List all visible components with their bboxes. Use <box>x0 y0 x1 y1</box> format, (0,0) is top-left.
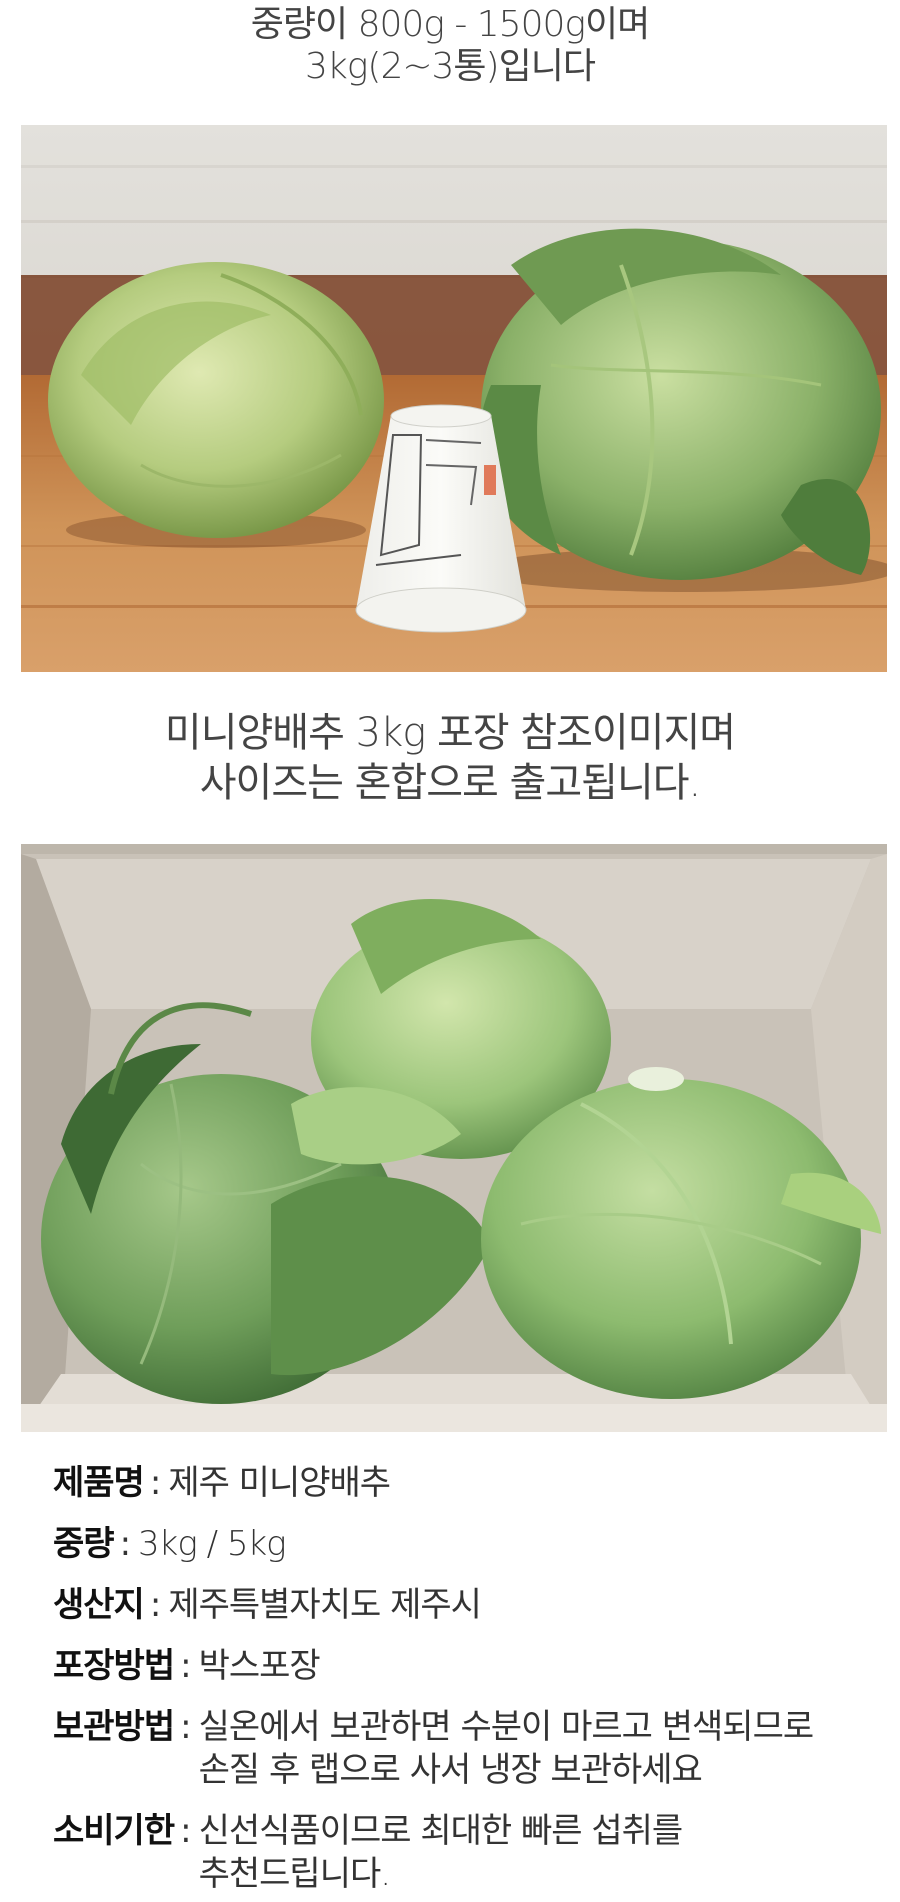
middle-caption: 미니양배추 3kg 포장 참조이미지며 사이즈는 혼합으로 출고됩니다. <box>0 708 900 808</box>
top-caption: 중량이 800g - 1500g이며 3kg(2~3통)입니다 <box>0 4 900 88</box>
cabbages-in-box-photo <box>21 844 887 1432</box>
spec-label: 제품명 <box>53 1463 145 1503</box>
spec-value: 박스포장 <box>198 1646 321 1686</box>
product-specs: 제품명 : 제주 미니양배추 중량 : 3kg / 5kg 생산지 : 제주특별… <box>53 1462 893 1896</box>
spec-origin: 생산지 : 제주특별자치도 제주시 <box>53 1585 482 1625</box>
spec-storage: 보관방법 : 실온에서 보관하면 수분이 마르고 변색되므로 손질 후 랩으로 … <box>53 1707 815 1790</box>
spec-label: 생산지 <box>53 1585 145 1625</box>
spec-value: 손질 후 랩으로 사서 냉장 보관하세요 <box>198 1750 703 1790</box>
spec-value: 제주특별자치도 제주시 <box>168 1585 482 1625</box>
spec-label: 소비기한 <box>53 1811 175 1851</box>
middle-caption-line2: 사이즈는 혼합으로 출고됩니다. <box>199 760 702 806</box>
spec-value: 3kg / 5kg <box>138 1524 287 1564</box>
spec-value: 제주 미니양배추 <box>168 1463 391 1503</box>
cabbage-with-cup-photo <box>21 125 887 672</box>
middle-caption-line1: 미니양배추 3kg 포장 참조이미지며 <box>164 710 736 756</box>
spec-weight: 중량 : 3kg / 5kg <box>53 1524 287 1564</box>
spec-value: 실온에서 보관하면 수분이 마르고 변색되므로 <box>198 1707 815 1747</box>
spec-label: 포장방법 <box>53 1646 175 1686</box>
spec-value: 신선식품이므로 최대한 빠른 섭취를 <box>198 1811 684 1851</box>
spec-shelf-life: 소비기한 : 신선식품이므로 최대한 빠른 섭취를 추천드립니다. <box>53 1811 684 1894</box>
top-caption-line1: 중량이 800g - 1500g이며 <box>250 4 650 45</box>
spec-product-name: 제품명 : 제주 미니양배추 <box>53 1463 391 1503</box>
top-caption-line2: 3kg(2~3통)입니다 <box>305 46 596 87</box>
spec-label: 중량 <box>53 1524 115 1564</box>
spec-label: 보관방법 <box>53 1707 175 1747</box>
spec-packaging: 포장방법 : 박스포장 <box>53 1646 321 1686</box>
spec-value: 추천드립니다. <box>198 1854 391 1894</box>
